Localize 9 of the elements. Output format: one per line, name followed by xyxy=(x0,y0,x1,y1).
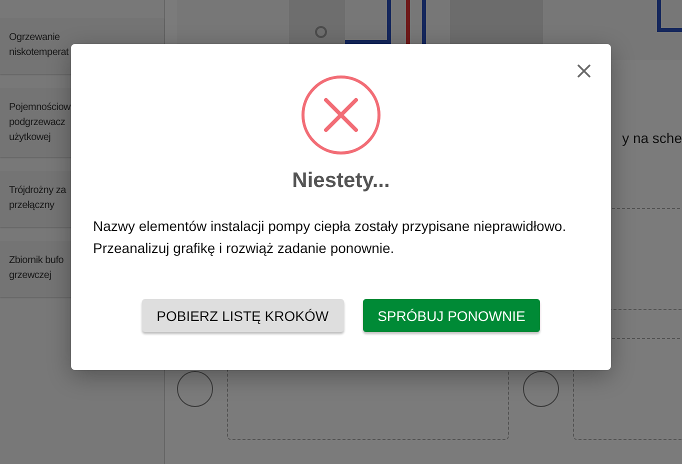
instruction-text: y na sche xyxy=(622,130,682,146)
slot-circle xyxy=(523,371,559,407)
dialog-title: Niestety... xyxy=(292,169,390,193)
error-icon xyxy=(301,75,381,155)
retry-button[interactable]: SPRÓBUJ PONOWNIE xyxy=(362,299,540,332)
close-icon[interactable] xyxy=(575,62,593,80)
slot-circle xyxy=(177,371,213,407)
dialog-message: Nazwy elementów instalacji pompy ciepła zostały przypisane nieprawidłowo. Przeanalizuj grafikę i rozwiąż zadanie ponownie. xyxy=(92,217,568,258)
download-button[interactable]: POBIERZ LISTĘ KROKÓW xyxy=(142,299,344,332)
